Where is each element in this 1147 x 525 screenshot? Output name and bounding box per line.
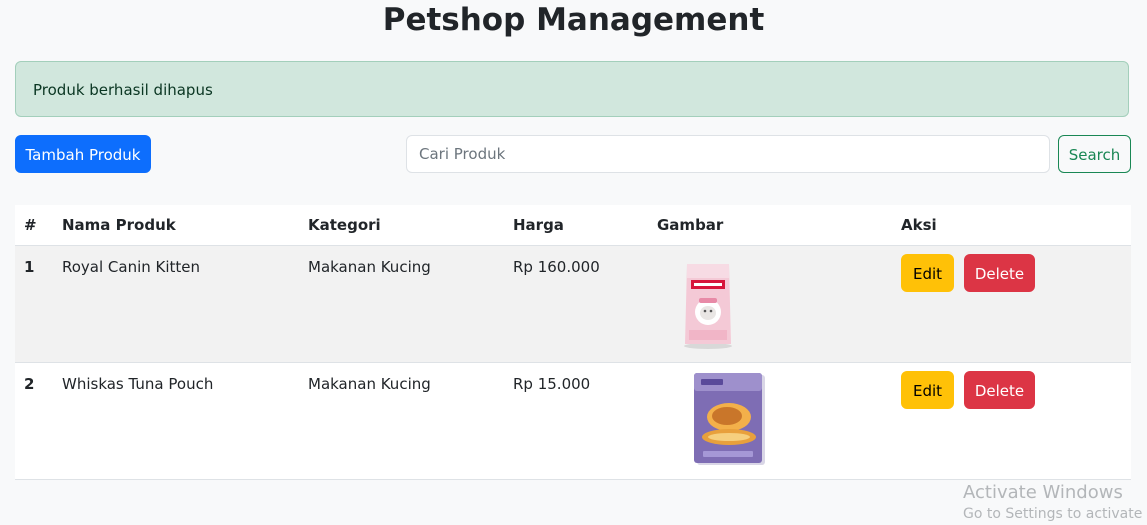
add-product-button[interactable]: Tambah Produk [15, 135, 151, 173]
product-category: Makanan Kucing [308, 258, 431, 276]
product-category: Makanan Kucing [308, 375, 431, 393]
row-number: 1 [24, 258, 35, 276]
header-image: Gambar [657, 216, 724, 234]
product-image-gravy-sensations [694, 373, 765, 465]
search-button[interactable]: Search [1058, 135, 1131, 173]
search-input[interactable] [406, 135, 1050, 173]
row-number: 2 [24, 375, 35, 393]
table-row: 2 Whiskas Tuna Pouch Makanan Kucing Rp 1… [15, 363, 1131, 480]
edit-button[interactable]: Edit [901, 371, 954, 409]
table-row: 1 Royal Canin Kitten Makanan Kucing Rp 1… [15, 246, 1131, 363]
delete-button[interactable]: Delete [964, 254, 1035, 292]
header-number: # [24, 216, 37, 234]
header-category: Kategori [308, 216, 381, 234]
header-name: Nama Produk [62, 216, 176, 234]
product-price: Rp 15.000 [513, 375, 591, 393]
table-header-row: # Nama Produk Kategori Harga Gambar Aksi [15, 205, 1131, 246]
header-action: Aksi [901, 216, 937, 234]
product-name: Royal Canin Kitten [62, 258, 201, 276]
product-name: Whiskas Tuna Pouch [62, 375, 214, 393]
header-price: Harga [513, 216, 564, 234]
activate-windows-title: Activate Windows [963, 482, 1123, 503]
page-title: Petshop Management [382, 2, 765, 38]
success-alert: Produk berhasil dihapus [15, 61, 1129, 117]
product-price: Rp 160.000 [513, 258, 600, 276]
product-image-royal-canin [684, 264, 732, 349]
activate-windows-subtitle: Go to Settings to activate W [963, 506, 1147, 522]
edit-button[interactable]: Edit [901, 254, 954, 292]
delete-button[interactable]: Delete [964, 371, 1035, 409]
